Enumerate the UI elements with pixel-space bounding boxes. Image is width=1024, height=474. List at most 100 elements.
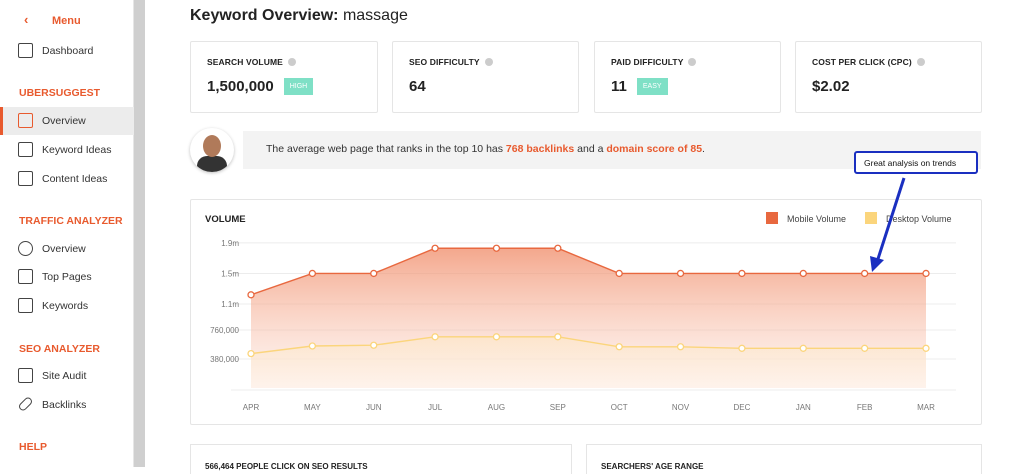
data-point[interactable] (370, 269, 378, 278)
dashboard-icon (18, 43, 33, 58)
data-point[interactable] (247, 349, 255, 358)
section-seo-analyzer: SEO ANALYZER (19, 343, 100, 355)
help-icon[interactable] (688, 58, 697, 66)
data-point[interactable] (799, 344, 807, 352)
metric-label: SEO DIFFICULTY (409, 57, 480, 67)
volume-chart-card: VOLUME Mobile Volume Desktop Volume 1.9m… (190, 199, 982, 425)
insight-text: The average web page that ranks in the t… (266, 143, 705, 155)
link-icon (17, 395, 34, 413)
sidebar-item-keywords[interactable]: Keywords (0, 292, 134, 320)
data-point[interactable] (676, 269, 685, 278)
data-point[interactable] (308, 269, 317, 278)
metric-label: PAID DIFFICULTY (611, 57, 684, 67)
sidebar-item-label: Keywords (42, 300, 89, 312)
data-point[interactable] (554, 244, 562, 252)
data-point[interactable] (308, 342, 317, 350)
x-tick-label: AUG (488, 403, 505, 412)
content-ideas-icon (18, 171, 33, 186)
sidebar: ‹ Menu Dashboard UBERSUGGEST Overview Ke… (0, 0, 134, 467)
avatar (190, 128, 234, 172)
data-point[interactable] (676, 343, 685, 351)
sidebar-item-content-ideas[interactable]: Content Ideas (0, 165, 134, 193)
keywords-icon (18, 298, 33, 313)
x-tick-label: NOV (672, 403, 690, 412)
avatar-head (203, 135, 221, 157)
status-badge: HIGH (283, 78, 314, 95)
data-point[interactable] (615, 269, 623, 278)
data-point[interactable] (492, 244, 501, 252)
y-tick-label: 760,000 (210, 326, 239, 335)
metric-label: COST PER CLICK (CPC) (812, 57, 912, 67)
x-tick-label: MAR (917, 403, 935, 412)
y-tick-label: 380,000 (210, 355, 239, 364)
avatar-body (197, 156, 227, 172)
data-point[interactable] (860, 269, 869, 278)
help-icon[interactable] (916, 58, 925, 66)
section-traffic-analyzer: TRAFFIC ANALYZER (19, 215, 123, 227)
sidebar-item-label: Content Ideas (42, 173, 108, 185)
data-point[interactable] (738, 269, 746, 278)
y-tick-label: 1.1m (221, 300, 239, 309)
sidebar-scrollbar[interactable] (134, 0, 145, 467)
metric-card-seo-difficulty: SEO DIFFICULTY 64 (392, 41, 579, 113)
traffic-overview-icon (18, 241, 33, 256)
x-tick-label: JUN (366, 403, 382, 412)
domain-score-highlight: domain score of 85 (606, 143, 703, 155)
data-point[interactable] (431, 333, 439, 341)
data-point[interactable] (247, 291, 255, 299)
data-point[interactable] (554, 333, 562, 341)
sidebar-item-label: Site Audit (42, 370, 87, 382)
chevron-left-icon: ‹ (24, 12, 29, 27)
volume-chart: 1.9m 1.5m 1.1m 760,000 380,000 APR MAY JUN JUL AU… (210, 239, 956, 412)
top-pages-icon (18, 269, 33, 284)
x-tick-label: JAN (796, 403, 811, 412)
site-audit-icon (18, 368, 33, 383)
page-title: Keyword Overview: massage (190, 7, 408, 25)
insight-text-post: . (702, 143, 705, 155)
x-tick-label: JUL (428, 403, 443, 412)
data-point[interactable] (738, 344, 746, 352)
metric-value: $2.02 (812, 78, 850, 95)
insight-text-pre: The average web page that ranks in the t… (266, 143, 506, 155)
sidebar-item-dashboard[interactable]: Dashboard (0, 37, 134, 65)
sidebar-item-label: Keyword Ideas (42, 144, 112, 156)
backlinks-highlight: 768 backlinks (505, 143, 575, 155)
sidebar-item-label: Backlinks (42, 399, 87, 411)
section-ubersuggest: UBERSUGGEST (19, 87, 101, 99)
data-point[interactable] (922, 269, 930, 278)
help-icon[interactable] (287, 58, 296, 66)
menu-label: Menu (52, 15, 81, 27)
data-point[interactable] (370, 341, 378, 349)
page-title-label: Keyword Overview: (190, 7, 339, 24)
status-badge: EASY (636, 78, 668, 95)
metric-label: SEARCH VOLUME (207, 57, 283, 67)
sidebar-item-overview[interactable]: Overview (0, 107, 134, 135)
sidebar-item-site-audit[interactable]: Site Audit (0, 362, 134, 390)
help-icon[interactable] (484, 58, 493, 66)
x-tick-label: MAY (304, 403, 321, 412)
data-point[interactable] (615, 343, 623, 351)
metric-value: 64 (409, 78, 426, 95)
y-tick-label: 1.5m (221, 269, 239, 278)
page-title-keyword: massage (342, 7, 408, 24)
metric-card-cpc: COST PER CLICK (CPC) $2.02 (795, 41, 982, 113)
data-point[interactable] (922, 344, 930, 352)
section-help: HELP (19, 441, 48, 453)
age-range-card: SEARCHERS' AGE RANGE (586, 444, 982, 474)
sidebar-item-keyword-ideas[interactable]: Keyword Ideas (0, 136, 134, 164)
metric-card-search-volume: SEARCH VOLUME 1,500,000 HIGH (190, 41, 378, 113)
data-point[interactable] (492, 333, 501, 341)
sidebar-item-label: Top Pages (42, 271, 92, 283)
sidebar-item-backlinks[interactable]: Backlinks (0, 391, 134, 419)
x-tick-label: OCT (611, 403, 628, 412)
y-tick-label: 1.9m (221, 239, 239, 248)
data-point[interactable] (431, 244, 439, 252)
metric-card-paid-difficulty: PAID DIFFICULTY 11 EASY (594, 41, 781, 113)
sidebar-item-traffic-overview[interactable]: Overview (0, 235, 134, 263)
seo-clicks-card: 566,464 PEOPLE CLICK ON SEO RESULTS (190, 444, 572, 474)
x-tick-label: SEP (550, 403, 566, 412)
data-point[interactable] (799, 269, 807, 278)
annotation-callout: Great analysis on trends (854, 151, 978, 174)
sidebar-item-top-pages[interactable]: Top Pages (0, 263, 134, 291)
data-point[interactable] (860, 344, 869, 352)
